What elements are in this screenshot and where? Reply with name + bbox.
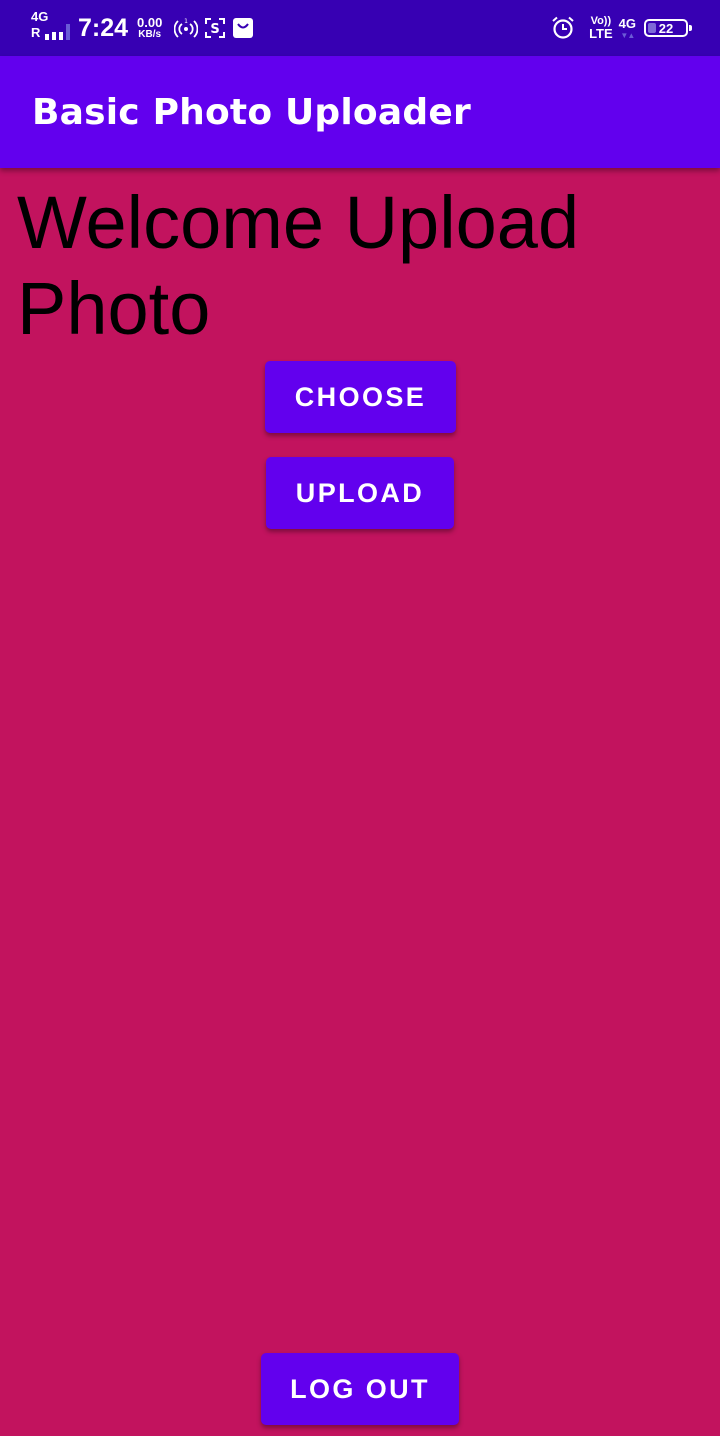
data-arrows-icon: ▼▲	[620, 30, 635, 40]
battery-tip	[689, 25, 692, 31]
alarm-clock-icon	[551, 16, 575, 40]
upload-button[interactable]: UPLOAD	[266, 457, 454, 529]
network-speed-value: 0.00	[137, 15, 163, 30]
signal-bars-icon	[45, 24, 71, 40]
status-bar-left: 4G R 7:24 0.00 KB/s 1 S	[30, 0, 260, 56]
app-title: Basic Photo Uploader	[32, 91, 471, 133]
app-bar: Basic Photo Uploader	[0, 56, 720, 168]
network-speed-unit: KB/s	[138, 29, 162, 40]
battery-level-text: 22	[658, 20, 674, 36]
hotspot-icon: 1	[174, 17, 199, 39]
lte-label: LTE	[589, 26, 613, 41]
svg-text:1: 1	[184, 18, 188, 25]
mobile-data-indicator: 4G ▼▲	[618, 15, 636, 40]
clock-time: 7:24	[78, 13, 129, 42]
mobile-network-indicator: 4G R	[30, 8, 72, 48]
logout-button[interactable]: LOG OUT	[261, 1353, 459, 1425]
status-bar-right: Vo)) LTE 4G ▼▲ 22	[551, 0, 692, 56]
svg-text:S: S	[211, 22, 220, 37]
roaming-label: R	[31, 25, 41, 40]
network-speed: 0.00 KB/s	[137, 16, 162, 40]
network-type-label: 4G	[31, 9, 49, 24]
battery-icon: 22	[644, 19, 692, 37]
choose-button[interactable]: CHOOSE	[265, 361, 456, 433]
screenshot-icon: S	[204, 17, 226, 39]
shopping-bag-icon	[232, 17, 254, 39]
volte-indicator: Vo)) LTE	[589, 15, 613, 41]
status-bar: 4G R 7:24 0.00 KB/s 1 S Vo)) LTE 4G ▼▲ 2…	[0, 0, 720, 56]
welcome-heading: Welcome Upload Photo	[17, 181, 580, 350]
network-type-right-label: 4G	[618, 15, 636, 31]
